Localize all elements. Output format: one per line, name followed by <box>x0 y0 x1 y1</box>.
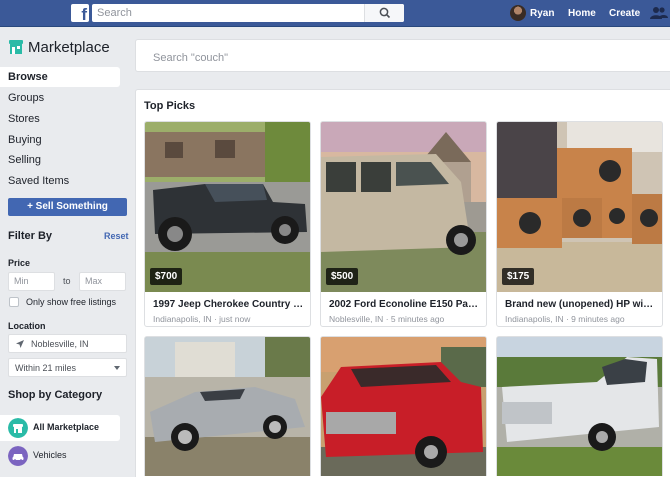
marketplace-search-input[interactable]: Search "couch" <box>135 39 670 72</box>
shop-by-category-heading: Shop by Category <box>8 389 103 401</box>
nav-stores[interactable]: Stores <box>0 109 120 129</box>
category-label: All Marketplace <box>33 422 100 432</box>
listing-title: 1997 Jeep Cherokee Country Sp... <box>153 299 305 310</box>
listing-card[interactable] <box>144 336 311 476</box>
friend-requests-icon[interactable] <box>650 5 668 21</box>
listing-photo-red-pickup <box>321 337 486 476</box>
free-listings-label[interactable]: Only show free listings <box>26 297 116 307</box>
listing-photo-white-pickup <box>497 337 662 476</box>
listing-price: $700 <box>150 268 183 285</box>
location-input[interactable]: Noblesville, IN <box>8 334 127 353</box>
price-label: Price <box>8 258 31 268</box>
global-search-placeholder: Search <box>97 7 132 19</box>
listing-meta: Noblesville, IN · 5 minutes ago <box>329 314 445 324</box>
search-icon <box>379 7 391 19</box>
listing-card[interactable] <box>320 336 487 476</box>
listing-time: 5 minutes ago <box>390 314 445 324</box>
price-to-label: to <box>63 276 71 286</box>
sell-something-button[interactable]: + Sell Something <box>8 198 127 216</box>
listing-photo-ford-van <box>321 122 486 292</box>
listing-title: Brand new (unopened) HP wind... <box>505 299 657 310</box>
marketplace-title: Marketplace <box>28 39 110 56</box>
nav-buying[interactable]: Buying <box>0 130 120 150</box>
marketplace-store-icon <box>9 40 23 54</box>
listing-price: $500 <box>326 268 359 285</box>
marketplace-search-placeholder: Search "couch" <box>153 52 229 64</box>
listing-meta: Indianapolis, IN · just now <box>153 314 251 324</box>
user-avatar[interactable] <box>510 5 526 21</box>
listing-photo-silver-convertible <box>145 337 310 476</box>
listing-card[interactable]: $500 2002 Ford Econoline E150 Pass... No… <box>320 121 487 327</box>
listing-time: just now <box>219 314 251 324</box>
listing-meta: Indianapolis, IN · 9 minutes ago <box>505 314 625 324</box>
min-price-input[interactable]: Min <box>8 272 55 291</box>
facebook-logo-icon[interactable]: f <box>71 4 89 24</box>
listing-title: 2002 Ford Econoline E150 Pass... <box>329 299 481 310</box>
listings-panel: Top Picks $700 1997 Jeep Cherokee Countr… <box>135 89 670 477</box>
listing-time: 9 minutes ago <box>571 314 625 324</box>
radius-value: Within 21 miles <box>15 363 77 373</box>
top-navigation-bar: f Search Ryan Home Create <box>0 0 670 27</box>
listing-location: Noblesville, IN <box>329 314 384 324</box>
listing-photo-jeep <box>145 122 310 292</box>
search-button[interactable] <box>364 4 404 22</box>
listing-photo-hp-boxes <box>497 122 662 292</box>
global-search-input[interactable]: Search <box>92 4 404 22</box>
radius-select[interactable]: Within 21 miles <box>8 358 127 377</box>
max-price-input[interactable]: Max <box>79 272 126 291</box>
nav-groups[interactable]: Groups <box>0 88 120 108</box>
listing-card[interactable] <box>496 336 663 476</box>
storefront-icon <box>8 418 28 438</box>
category-all-marketplace[interactable]: All Marketplace <box>0 415 120 441</box>
chevron-down-icon <box>114 366 120 370</box>
create-link[interactable]: Create <box>609 8 640 19</box>
top-picks-heading: Top Picks <box>144 100 196 112</box>
car-icon <box>8 446 28 466</box>
nav-browse[interactable]: Browse <box>0 67 120 87</box>
category-vehicles[interactable]: Vehicles <box>0 443 120 469</box>
profile-link[interactable]: Ryan <box>530 8 554 19</box>
listing-location: Indianapolis, IN <box>505 314 564 324</box>
home-link[interactable]: Home <box>568 8 596 19</box>
free-listings-checkbox[interactable] <box>9 297 19 307</box>
marketplace-sidebar: Marketplace Browse Groups Stores Buying … <box>0 27 135 477</box>
nav-saved-items[interactable]: Saved Items <box>0 171 120 191</box>
location-label: Location <box>8 321 46 331</box>
reset-filters-link[interactable]: Reset <box>104 231 129 241</box>
listing-card[interactable]: $175 Brand new (unopened) HP wind... Ind… <box>496 121 663 327</box>
category-label: Vehicles <box>33 450 67 460</box>
listing-card[interactable]: $700 1997 Jeep Cherokee Country Sp... In… <box>144 121 311 327</box>
nav-selling[interactable]: Selling <box>0 150 120 170</box>
location-arrow-icon <box>16 340 24 348</box>
listing-price: $175 <box>502 268 535 285</box>
listing-location: Indianapolis, IN <box>153 314 212 324</box>
filter-by-heading: Filter By <box>8 230 53 242</box>
location-value: Noblesville, IN <box>31 339 89 349</box>
